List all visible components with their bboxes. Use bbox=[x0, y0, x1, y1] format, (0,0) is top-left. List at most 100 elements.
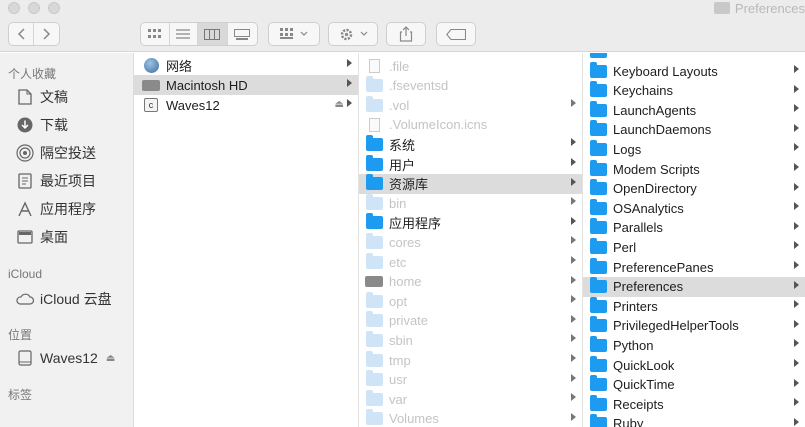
item-label: Keyboard Layouts bbox=[613, 63, 718, 79]
list-item[interactable]: PreferencePanes bbox=[583, 257, 805, 277]
sidebar-item-label: Waves12 bbox=[40, 350, 98, 366]
close-window-button[interactable] bbox=[8, 2, 20, 14]
action-button[interactable] bbox=[328, 22, 378, 46]
list-item[interactable]: .fseventsd bbox=[359, 76, 582, 96]
item-label: .vol bbox=[389, 97, 410, 113]
list-item[interactable]: Python bbox=[583, 335, 805, 355]
list-item-macintosh-hd[interactable]: Macintosh HD bbox=[134, 75, 358, 95]
list-item-network[interactable]: 网络 bbox=[134, 55, 358, 75]
folder-icon bbox=[365, 370, 383, 387]
list-item-partial[interactable] bbox=[583, 53, 805, 61]
forward-button[interactable] bbox=[34, 23, 59, 45]
group-button[interactable] bbox=[268, 22, 320, 46]
applications-icon bbox=[16, 200, 34, 218]
sidebar-item-recents[interactable]: 最近项目 bbox=[16, 170, 96, 192]
gallery-view-button[interactable] bbox=[228, 23, 257, 45]
list-item[interactable]: Volumes bbox=[359, 409, 582, 427]
share-button[interactable] bbox=[386, 22, 426, 46]
tag-button-inner[interactable] bbox=[437, 23, 475, 45]
list-item[interactable]: Logs bbox=[583, 139, 805, 159]
folder-icon bbox=[365, 76, 383, 93]
item-label: 用户 bbox=[389, 157, 416, 173]
back-button[interactable] bbox=[9, 23, 35, 45]
list-item[interactable]: 资源库 bbox=[359, 173, 582, 194]
share-button-inner[interactable] bbox=[387, 23, 425, 45]
list-item[interactable]: QuickTime bbox=[583, 375, 805, 395]
tag-icon bbox=[446, 28, 466, 40]
list-item[interactable]: opt bbox=[359, 291, 582, 311]
list-item[interactable]: 应用程序 bbox=[359, 213, 582, 233]
sidebar-item-airdrop[interactable]: 隔空投送 bbox=[16, 142, 96, 164]
list-item[interactable]: Keyboard Layouts bbox=[583, 61, 805, 81]
chevron-right-icon bbox=[571, 275, 576, 284]
sidebar-item-applications[interactable]: 应用程序 bbox=[16, 198, 96, 220]
list-item-waves12[interactable]: c Waves12 ⏏ bbox=[134, 95, 358, 115]
list-item[interactable]: .file bbox=[359, 56, 582, 76]
item-label: bin bbox=[389, 195, 407, 211]
list-view-button[interactable] bbox=[170, 23, 199, 45]
list-item[interactable]: sbin bbox=[359, 330, 582, 350]
list-item[interactable]: Modem Scripts bbox=[583, 159, 805, 179]
list-item[interactable]: Printers bbox=[583, 296, 805, 316]
folder-icon bbox=[589, 394, 607, 412]
zoom-window-button[interactable] bbox=[48, 2, 60, 14]
chevron-right-icon bbox=[794, 339, 799, 348]
list-item[interactable]: OSAnalytics bbox=[583, 198, 805, 218]
chevron-right-icon bbox=[794, 261, 799, 269]
item-label: Preferences bbox=[613, 279, 684, 295]
list-item[interactable]: tmp bbox=[359, 350, 582, 370]
list-item[interactable]: LaunchAgents bbox=[583, 100, 805, 120]
sidebar-item-documents[interactable]: 文稿 bbox=[16, 86, 68, 108]
column-view-button[interactable] bbox=[198, 23, 228, 45]
minimize-window-button[interactable] bbox=[28, 2, 40, 14]
list-item[interactable]: Perl bbox=[583, 237, 805, 257]
list-item[interactable]: LaunchDaemons bbox=[583, 120, 805, 140]
list-item[interactable]: QuickLook bbox=[583, 355, 805, 375]
icon-view-button[interactable] bbox=[141, 23, 170, 45]
list-item[interactable]: Parallels bbox=[583, 218, 805, 238]
file-icon bbox=[365, 117, 383, 132]
sidebar-item-icloud-drive[interactable]: iCloud 云盘 bbox=[16, 288, 112, 310]
list-item[interactable]: .VolumeIcon.icns bbox=[359, 115, 582, 135]
list-item[interactable]: Keychains bbox=[583, 81, 805, 101]
list-item[interactable]: Preferences bbox=[583, 276, 805, 297]
desktop-icon bbox=[16, 228, 34, 246]
column-3: Keyboard Layouts Keychains LaunchAgents Lau… bbox=[583, 53, 805, 427]
list-item[interactable]: private bbox=[359, 311, 582, 331]
list-item[interactable]: Ruby bbox=[583, 414, 805, 427]
chevron-down-icon bbox=[360, 31, 367, 36]
list-item[interactable]: home bbox=[359, 272, 582, 292]
chevron-down-icon bbox=[300, 31, 308, 36]
list-item[interactable]: OpenDirectory bbox=[583, 179, 805, 199]
group-button-inner[interactable] bbox=[269, 23, 319, 45]
list-item[interactable]: 系统 bbox=[359, 134, 582, 154]
list-item[interactable]: cores bbox=[359, 232, 582, 252]
list-item[interactable]: usr bbox=[359, 370, 582, 390]
eject-icon[interactable]: ⏏ bbox=[335, 99, 344, 110]
list-item[interactable]: 用户 bbox=[359, 154, 582, 174]
list-item[interactable]: Receipts bbox=[583, 394, 805, 414]
folder-icon bbox=[589, 375, 607, 392]
eject-icon[interactable]: ⏏ bbox=[106, 353, 115, 364]
item-label: etc bbox=[389, 254, 407, 270]
item-label: Modem Scripts bbox=[613, 161, 700, 177]
item-label: Ruby bbox=[613, 416, 644, 427]
chevron-right-icon bbox=[571, 236, 576, 245]
item-label: cores bbox=[389, 234, 421, 250]
list-item[interactable]: var bbox=[359, 389, 582, 409]
disk-icon bbox=[16, 349, 34, 367]
folder-icon bbox=[589, 277, 607, 294]
list-item[interactable]: etc bbox=[359, 252, 582, 272]
list-item[interactable]: .vol bbox=[359, 95, 582, 115]
file-icon bbox=[365, 59, 383, 74]
action-button-inner[interactable] bbox=[329, 23, 377, 45]
folder-icon bbox=[589, 218, 607, 235]
list-item[interactable]: bin bbox=[359, 193, 582, 213]
chevron-right-icon bbox=[794, 163, 799, 171]
sidebar-item-desktop[interactable]: 桌面 bbox=[16, 226, 68, 248]
sidebar-item-downloads[interactable]: 下载 bbox=[16, 114, 68, 136]
list-item[interactable]: PrivilegedHelperTools bbox=[583, 316, 805, 336]
chevron-right-icon bbox=[794, 417, 799, 426]
tag-button[interactable] bbox=[436, 22, 476, 46]
sidebar-item-waves12[interactable]: Waves12 ⏏ bbox=[16, 347, 115, 369]
